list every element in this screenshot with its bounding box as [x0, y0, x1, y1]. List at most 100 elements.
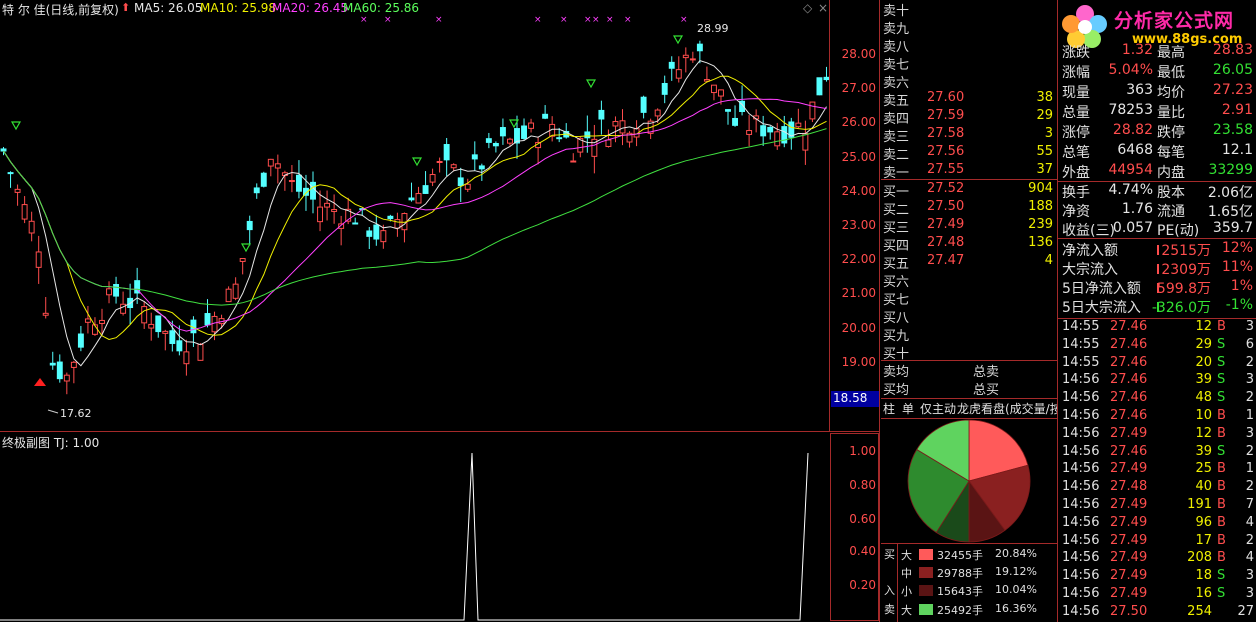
signal-marker: ×: [592, 15, 600, 25]
bid-label: 买三: [883, 221, 910, 236]
candle-body: [260, 172, 267, 187]
trade-side: S: [1217, 354, 1226, 370]
stat-label: 净资: [1062, 204, 1090, 220]
trade-row[interactable]: 14:55 27.46 29 S 6: [1060, 337, 1256, 355]
ask-row: 卖九: [881, 18, 1057, 37]
trade-row[interactable]: 14:56 27.48 40 B 2: [1060, 479, 1256, 497]
bid-row: 买六: [881, 271, 1057, 290]
flow-label: 大宗流入: [1062, 262, 1118, 278]
down-arrow-icon: [411, 157, 423, 167]
trade-row[interactable]: 14:55 27.46 12 B 3: [1060, 319, 1256, 337]
candle-body: [760, 125, 767, 137]
stat-label: 最低: [1157, 65, 1185, 81]
trade-row[interactable]: 14:56 27.49 12 B 3: [1060, 426, 1256, 444]
candle-body: [802, 132, 809, 151]
candle-body: [823, 76, 829, 81]
ask-row: 卖二 27.56 55: [881, 144, 1057, 163]
total-buy-label: 总买: [973, 383, 1000, 398]
trade-volume: 208: [1187, 550, 1212, 566]
trade-row[interactable]: 14:56 27.49 96 B 4: [1060, 515, 1256, 533]
flow-value: 2515万: [1161, 243, 1211, 259]
price-tick-label: 27.00: [841, 81, 876, 96]
sub-tick-label: 0.60: [849, 512, 876, 526]
candlestick-chart[interactable]: × × × × × × × × × ×: [0, 0, 829, 431]
candle-body: [528, 122, 535, 129]
trade-row[interactable]: 14:56 27.50 254 27: [1060, 604, 1256, 622]
trade-volume: 20: [1195, 354, 1212, 370]
trade-row[interactable]: 14:56 27.46 10 B 1: [1060, 408, 1256, 426]
candle-body: [77, 333, 84, 348]
flow-row: 净流入额 2515万 12%: [1060, 240, 1256, 260]
sub-tick-label: 0.40: [849, 544, 876, 558]
trade-row[interactable]: 14:56 27.49 17 B 2: [1060, 533, 1256, 551]
sub-chart-divider: [0, 431, 880, 432]
trade-count: 3: [1245, 586, 1254, 601]
bid-row: 买一 27.52 904: [881, 181, 1057, 200]
trade-side: B: [1217, 532, 1226, 548]
trade-row[interactable]: 14:56 27.49 208 B 4: [1060, 550, 1256, 568]
avg-sell-label: 卖均: [883, 365, 910, 380]
stat-label: 涨停: [1062, 125, 1090, 141]
current-price-value: 18.58: [833, 391, 868, 405]
candle-body: [668, 61, 675, 69]
right-panel-divider: [1057, 0, 1058, 622]
candle-body: [809, 101, 816, 120]
candle-body: [387, 215, 394, 220]
candle-body: [155, 315, 162, 333]
tab-active-only[interactable]: 仅主动: [920, 400, 956, 417]
candle-body: [176, 340, 183, 352]
candle-body: [169, 330, 176, 344]
trade-row[interactable]: 14:56 27.46 39 S 3: [1060, 372, 1256, 390]
low-annotation: 17.62: [60, 407, 92, 420]
trade-price: 27.46: [1110, 319, 1148, 334]
tab-bar-chart[interactable]: 柱: [883, 400, 895, 417]
sub-chart[interactable]: [0, 433, 829, 622]
stat-label: 股本: [1157, 185, 1185, 201]
candle-body: [239, 258, 246, 262]
candle-body: [211, 315, 218, 333]
diamond-icon[interactable]: ◇: [803, 1, 812, 15]
bid-price: 27.52: [927, 181, 965, 196]
trade-volume: 12: [1195, 425, 1212, 441]
stat-value: 23.58: [1212, 122, 1253, 138]
trade-time: 14:55: [1062, 336, 1100, 352]
candle-body: [415, 193, 422, 204]
order-book: 卖十 卖九 卖八 卖七 卖六 卖五 27.60 38 卖四 27.59 29 卖三 27.58 3 卖二 27…: [881, 0, 1057, 398]
ask-price: 27.60: [927, 90, 965, 105]
trade-row[interactable]: 14:56 27.46 39 S 2: [1060, 444, 1256, 462]
candle-body: [49, 362, 56, 366]
bid-price: 27.49: [927, 217, 965, 232]
ask-row: 卖六: [881, 72, 1057, 91]
tab-single[interactable]: 单: [902, 400, 914, 417]
ma5-label: MA5: 26.05: [134, 1, 203, 15]
flow-bar: [1157, 264, 1159, 274]
stat-label: 涨幅: [1062, 65, 1090, 81]
price-tick-label: 19.00: [841, 354, 876, 369]
candle-body: [746, 130, 753, 135]
trade-row[interactable]: 14:56 27.49 25 B 1: [1060, 461, 1256, 479]
trade-row[interactable]: 14:56 27.49 16 S 3: [1060, 586, 1256, 604]
up-arrow-icon: [34, 378, 46, 386]
flow-bar: [1157, 245, 1159, 255]
stat-value: 359.7: [1212, 220, 1253, 236]
price-tick-label: 24.00: [841, 183, 876, 198]
trade-row[interactable]: 14:56 27.49 191 B 7: [1060, 497, 1256, 515]
tab-dragon-tiger[interactable]: 龙虎看盘(成交量/按: [957, 400, 1057, 417]
price-tick-label: 21.00: [841, 286, 876, 301]
stat-value: 0.057: [1112, 220, 1153, 236]
trade-time: 14:56: [1062, 390, 1100, 406]
candle-body: [429, 174, 436, 183]
close-icon[interactable]: ×: [818, 1, 828, 15]
candle-body: [183, 351, 190, 365]
bid-row: 买三 27.49 239: [881, 217, 1057, 236]
price-chart-panel[interactable]: × × × × × × × × × ×: [0, 0, 830, 431]
candle-body: [56, 361, 63, 380]
trade-row[interactable]: 14:56 27.49 18 S 3: [1060, 568, 1256, 586]
candle-body: [570, 160, 577, 163]
trade-row[interactable]: 14:56 27.46 48 S 2: [1060, 390, 1256, 408]
trade-row[interactable]: 14:55 27.46 20 S 2: [1060, 355, 1256, 373]
bid-row: 买九: [881, 325, 1057, 344]
candle-body: [113, 283, 120, 297]
trade-price: 27.49: [1110, 497, 1148, 512]
sub-tick-label: 1.00: [849, 444, 876, 458]
